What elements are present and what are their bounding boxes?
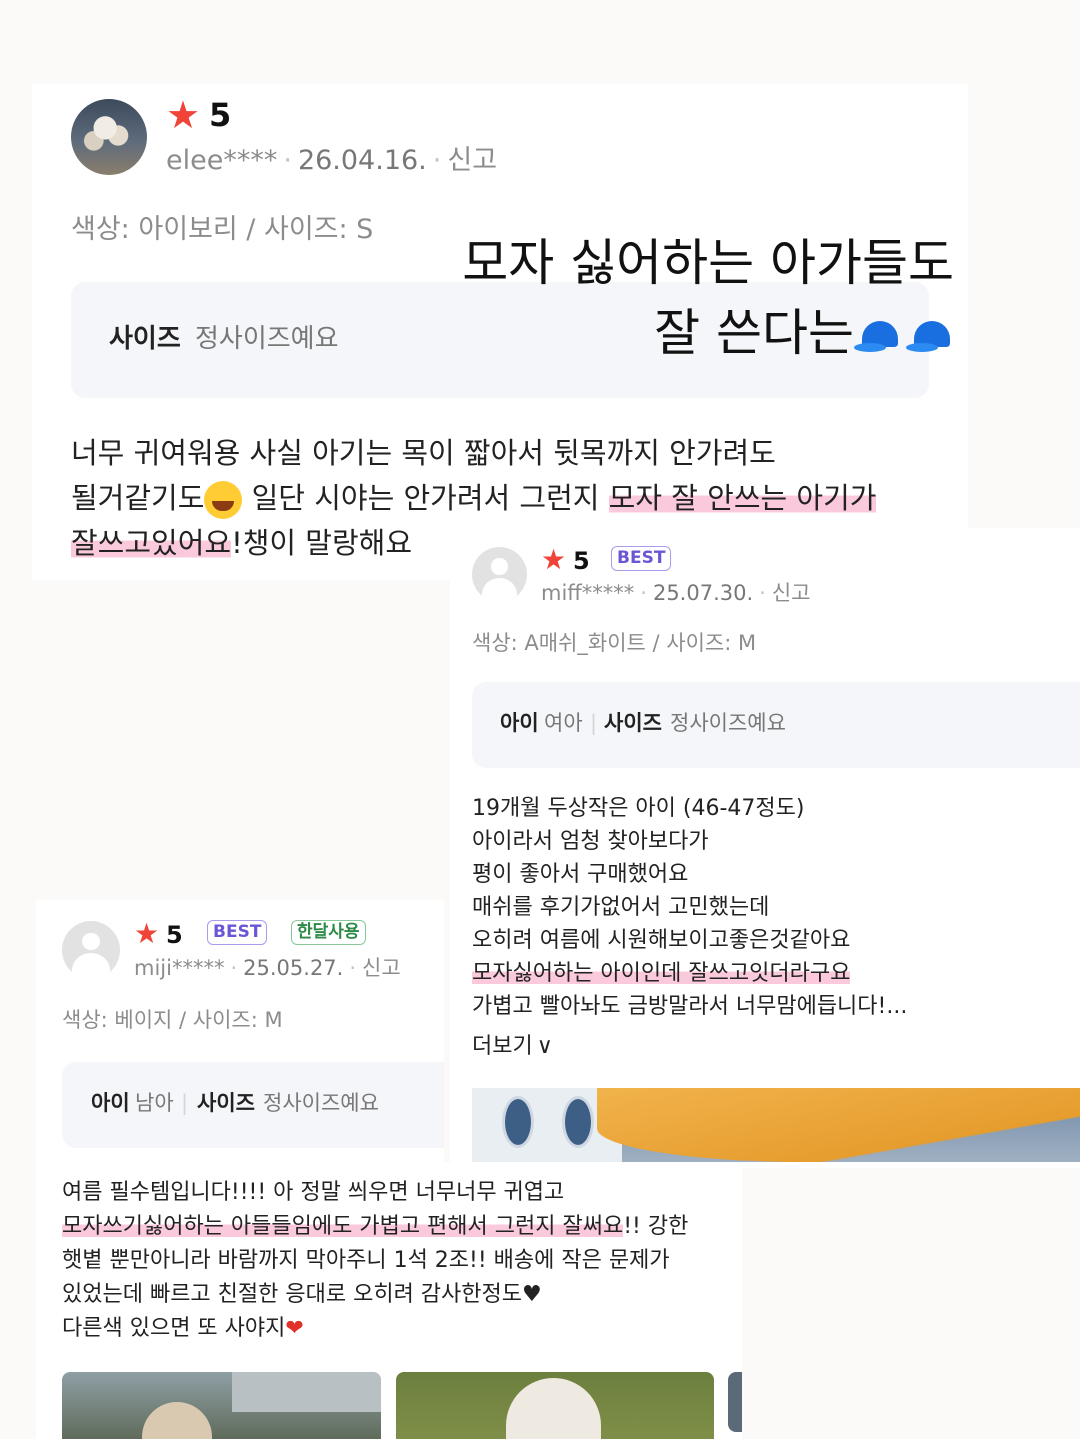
size-value: 정사이즈예요 bbox=[195, 324, 339, 354]
overlay-caption-text: 잘 쓴다는 bbox=[654, 304, 854, 362]
review-date: 25.05.27. bbox=[243, 956, 344, 980]
best-badge: BEST bbox=[207, 920, 268, 945]
review-text-line: 평이 좋아서 구매했어요 bbox=[472, 862, 689, 887]
overlay-caption-line-1: 모자 싫어하는 아가들도 bbox=[462, 234, 954, 292]
kid-value: 남아 bbox=[135, 1091, 174, 1115]
size-label: 사이즈 bbox=[109, 324, 181, 354]
kid-label: 아이 bbox=[500, 711, 539, 735]
review-photo[interactable] bbox=[472, 1088, 1080, 1162]
star-icon: ★ bbox=[166, 93, 201, 137]
review-text-line: 햇볕 뿐만아니라 바람까지 막아주니 1석 2조!! 배송에 작은 문제가 bbox=[62, 1248, 670, 1273]
rating-value: 5 bbox=[166, 921, 183, 949]
report-link[interactable]: 신고 bbox=[772, 581, 811, 605]
separator-dot: · bbox=[759, 581, 766, 605]
review-text-line: 매쉬를 후기가없어서 고민했는데 bbox=[472, 895, 770, 920]
rating-value: 5 bbox=[209, 96, 232, 134]
review-photo[interactable] bbox=[62, 1372, 381, 1439]
review-text-line: 될거같기도 일단 시야는 안가려서 그런지 모자 잘 안쓰는 아기가 bbox=[71, 475, 877, 519]
star-icon: ★ bbox=[134, 917, 160, 950]
review-text-fragment: !! 강한 bbox=[623, 1214, 689, 1239]
review-date: 25.07.30. bbox=[652, 581, 754, 605]
review-text-fragment: 일단 시야는 안가려서 그런지 bbox=[242, 481, 609, 515]
username: miji***** bbox=[134, 956, 225, 980]
kid-value: 여아 bbox=[544, 711, 583, 735]
size-fit-box: 아이 여아 | 사이즈 정사이즈예요 bbox=[472, 682, 1080, 768]
review-meta: miji***** · 25.05.27. · 신고 bbox=[134, 958, 401, 979]
review-text-fragment: !챙이 말랑해요 bbox=[231, 526, 413, 560]
review-text-line: 19개월 두상작은 아이 (46-47정도) bbox=[472, 796, 805, 821]
star-icon: ★ bbox=[541, 543, 567, 576]
review-text-line: 모자쓰기싫어하는 아들들임에도 가볍고 편해서 그런지 잘써요!! 강한 bbox=[62, 1208, 688, 1240]
more-button[interactable]: 더보기 ∨ bbox=[472, 1028, 553, 1060]
username: elee**** bbox=[166, 145, 278, 176]
user-avatar[interactable] bbox=[71, 99, 147, 175]
size-value: 정사이즈예요 bbox=[263, 1091, 379, 1115]
report-link[interactable]: 신고 bbox=[362, 956, 401, 980]
one-month-use-badge: 한달사용 bbox=[291, 920, 366, 945]
review-text-line: 아이라서 엄청 찾아보다가 bbox=[472, 829, 709, 854]
review-text-fragment: 다른색 있으면 또 사야지 bbox=[62, 1316, 286, 1341]
review-photo[interactable] bbox=[396, 1372, 714, 1439]
user-avatar[interactable] bbox=[472, 547, 527, 602]
highlighted-text: 모자 잘 안쓰는 아기가 bbox=[608, 481, 877, 515]
kid-label: 아이 bbox=[91, 1091, 130, 1115]
review-meta: miff***** · 25.07.30. · 신고 bbox=[541, 583, 810, 604]
review-meta: elee**** · 26.04.16. · 신고 bbox=[166, 147, 497, 174]
review-photo-partial[interactable] bbox=[728, 1372, 742, 1432]
laughing-emoji-icon bbox=[204, 481, 243, 519]
review-text-line: 잘쓰고있어요!챙이 말랑해요 bbox=[71, 520, 412, 562]
report-link[interactable]: 신고 bbox=[447, 145, 497, 176]
photo-window bbox=[502, 1096, 534, 1148]
separator: | bbox=[590, 711, 598, 735]
highlighted-text: 모자싫어하는 아이인데 잘쓰고잇더라구요 bbox=[472, 961, 851, 986]
blue-cap-icon bbox=[854, 317, 906, 357]
best-badge: BEST bbox=[611, 546, 672, 571]
review-text-line: 너무 귀여워용 사실 아기는 목이 짧아서 뒷목까지 안가려도 bbox=[71, 436, 776, 470]
option-info: 색상: A매쉬_화이트 / 사이즈: M bbox=[472, 631, 757, 655]
review-text-line: 다른색 있으면 또 사야지❤ bbox=[62, 1310, 304, 1342]
separator-dot: · bbox=[230, 956, 238, 980]
separator-dot: · bbox=[640, 581, 647, 605]
review-text-line: 있었는데 빠르고 친절한 응대로 오히려 감사한정도♥ bbox=[62, 1282, 542, 1307]
size-fit-box: 아이 남아 | 사이즈 정사이즈예요 bbox=[62, 1062, 444, 1148]
more-label: 더보기 bbox=[472, 1034, 533, 1059]
photo-child-hat bbox=[506, 1378, 601, 1439]
photo-buildings bbox=[232, 1372, 381, 1412]
separator-dot: · bbox=[432, 145, 442, 176]
separator: | bbox=[181, 1091, 189, 1115]
highlighted-text: 잘쓰고있어요 bbox=[71, 526, 232, 560]
photo-child-hat bbox=[142, 1402, 212, 1439]
chevron-down-icon: ∨ bbox=[536, 1034, 553, 1059]
separator-dot: · bbox=[283, 145, 292, 176]
review-date: 26.04.16. bbox=[297, 145, 427, 176]
rating-value: 5 bbox=[573, 547, 590, 575]
photo-umbrella bbox=[597, 1088, 1080, 1162]
blue-cap-icon bbox=[906, 317, 958, 357]
user-avatar[interactable] bbox=[62, 921, 120, 979]
username: miff***** bbox=[541, 581, 635, 605]
review-text-line: 오히려 여름에 시원해보이고좋은것같아요 bbox=[472, 928, 851, 953]
size-value: 정사이즈예요 bbox=[670, 711, 786, 735]
photo-window bbox=[562, 1096, 594, 1148]
heart-icon: ❤ bbox=[285, 1316, 304, 1341]
review-text-fragment: 될거같기도 bbox=[71, 481, 205, 515]
review-text-line: 여름 필수템입니다!!!! 아 정말 씌우면 너무너무 귀엽고 bbox=[62, 1180, 565, 1205]
option-info: 색상: 아이보리 / 사이즈: S bbox=[71, 214, 374, 245]
option-info: 색상: 베이지 / 사이즈: M bbox=[62, 1008, 283, 1032]
separator-dot: · bbox=[349, 956, 357, 980]
review-text-line: 가볍고 빨아놔도 금방말라서 너무맘에듭니다!... bbox=[472, 994, 908, 1019]
overlay-caption-line-2: 잘 쓴다는 bbox=[560, 308, 958, 358]
highlighted-text: 모자쓰기싫어하는 아들들임에도 가볍고 편해서 그런지 잘써요 bbox=[62, 1214, 624, 1239]
size-label: 사이즈 bbox=[197, 1091, 255, 1115]
size-label: 사이즈 bbox=[604, 711, 662, 735]
review-text-line: 모자싫어하는 아이인데 잘쓰고잇더라구요 bbox=[472, 955, 851, 987]
